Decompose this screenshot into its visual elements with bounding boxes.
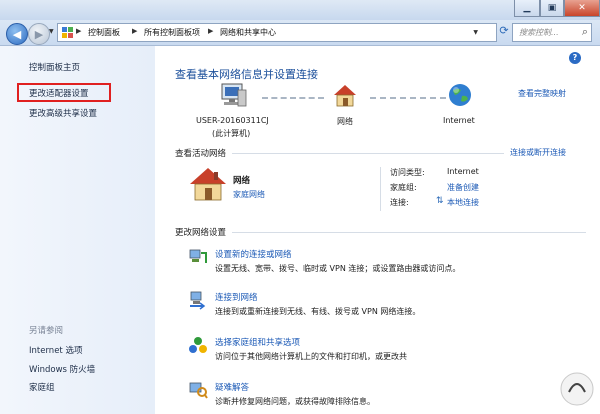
see-also-title: 另请参阅 [29,326,64,336]
local-connection-link[interactable]: 本地连接 [447,197,479,208]
breadcrumb-all-items[interactable]: 所有控制面板项 [144,27,200,38]
sidebar-item-internet-options[interactable]: Internet 选项 [29,344,82,356]
internet-globe-icon [449,84,471,106]
search-box[interactable]: 搜索控制... ⌕ [512,23,592,42]
full-map-link[interactable]: 查看完整映射 [518,88,566,99]
computer-name: USER-20160311CJ [196,116,269,125]
active-network-house-icon [190,168,226,201]
watermark-logo-icon [560,372,594,406]
troubleshoot-icon [189,382,208,399]
setting-troubleshoot-link[interactable]: 疑难解答 [215,381,249,393]
sidebar-item-firewall[interactable]: Windows 防火墙 [29,363,95,375]
homegroup-label: 家庭组: [390,183,417,192]
forward-arrow-icon: ▶ [34,27,44,41]
sidebar-item-homegroup[interactable]: 家庭组 [29,381,55,393]
sidebar-item-home[interactable]: 控制面板主页 [29,61,80,73]
control-panel-icon [62,27,73,38]
access-type-value: Internet [447,167,479,176]
forward-button[interactable]: ▶ [28,23,50,45]
window-titlebar: ▁ ▣ ✕ [0,0,600,20]
access-type-label: 访问类型: [390,168,425,177]
active-networks-title: 查看活动网络 [175,149,227,159]
refresh-icon: ⟳ [499,24,509,37]
network-label: 网络 [337,117,353,126]
address-toolbar: ◀ ▶ ▼ ▶ 控制面板 ▶ 所有控制面板项 ▶ 网络和共享中心 ▼ ⟳ 搜索控… [0,20,600,46]
setting-troubleshoot-desc: 诊断并修复网络问题，或获得故障排除信息。 [215,397,375,406]
refresh-button[interactable]: ⟳ [498,24,510,41]
setting-homegroup-desc: 访问位于其他网络计算机上的文件和打印机，或更改共 [215,352,407,361]
breadcrumb-control-panel[interactable]: 控制面板 [88,27,120,38]
breadcrumb-separator[interactable]: ▶ [208,27,213,35]
close-icon: ✕ [578,3,586,13]
divider [232,153,504,154]
network-house-icon [334,85,356,107]
map-connector-line [370,97,446,99]
sidebar-item-advanced-sharing[interactable]: 更改高级共享设置 [29,107,97,119]
divider [232,232,586,233]
internet-label: Internet [443,116,475,125]
sidebar-item-adapter-settings[interactable]: 更改适配器设置 [29,87,89,99]
setting-new-connection-desc: 设置无线、宽带、拨号、临时或 VPN 连接；或设置路由器或访问点。 [215,264,461,273]
map-connector-line [262,97,324,99]
computer-icon [221,83,247,107]
breadcrumb-separator[interactable]: ▶ [132,27,137,35]
minimize-button[interactable]: ▁ [514,0,540,17]
maximize-button[interactable]: ▣ [540,0,564,17]
breadcrumb-network-center[interactable]: 网络和共享中心 [220,27,276,38]
setting-connect-network-desc: 连接到或重新连接到无线、有线、拨号或 VPN 网络连接。 [215,307,421,316]
address-dropdown-icon[interactable]: ▼ [473,29,478,36]
back-arrow-icon: ◀ [12,27,22,41]
history-dropdown-icon[interactable]: ▼ [49,28,54,35]
search-input[interactable]: 搜索控制... [519,27,559,38]
network-details-divider [380,167,381,211]
sidebar: 控制面板主页 更改适配器设置 更改高级共享设置 另请参阅 Internet 选项… [0,46,155,414]
help-icon[interactable]: ? [569,52,581,64]
connect-disconnect-link[interactable]: 连接或断开连接 [510,147,566,158]
setting-connect-network-link[interactable]: 连接到网络 [215,291,258,303]
minimize-icon: ▁ [523,3,531,13]
computer-sub-label: (此计算机) [212,129,251,138]
page-title: 查看基本网络信息并设置连接 [175,68,318,81]
active-network-name: 网络 [233,176,251,186]
connect-network-icon [190,291,206,310]
address-bar[interactable]: ▶ 控制面板 ▶ 所有控制面板项 ▶ 网络和共享中心 ▼ [57,23,497,42]
local-connection-icon: ⇅ [436,196,444,206]
breadcrumb-separator[interactable]: ▶ [76,27,81,35]
connection-label: 连接: [390,198,409,207]
change-settings-title: 更改网络设置 [175,228,227,238]
close-button[interactable]: ✕ [564,0,600,17]
back-button[interactable]: ◀ [6,23,28,45]
homegroup-value-link[interactable]: 准备创建 [447,182,479,193]
search-icon[interactable]: ⌕ [582,25,588,39]
homegroup-sharing-icon [189,337,207,353]
setting-new-connection-link[interactable]: 设置新的连接或网络 [215,248,292,260]
new-connection-icon [189,249,207,263]
setting-homegroup-link[interactable]: 选择家庭组和共享选项 [215,336,300,348]
maximize-icon: ▣ [547,3,557,13]
home-network-link[interactable]: 家庭网络 [233,189,265,200]
